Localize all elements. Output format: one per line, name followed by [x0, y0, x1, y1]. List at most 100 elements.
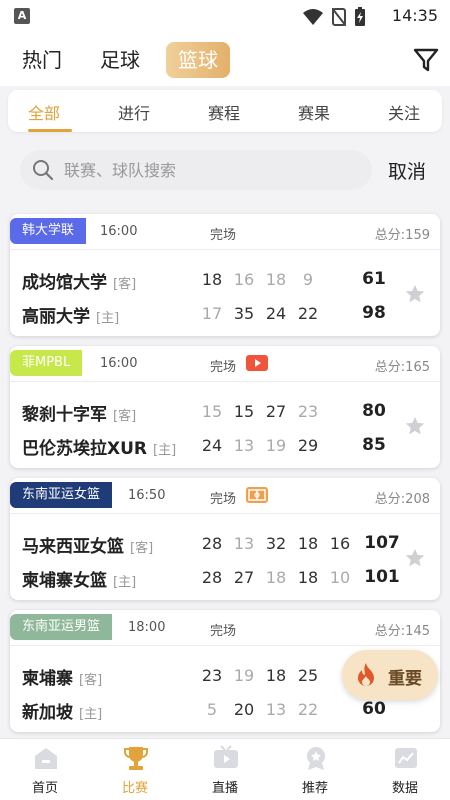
status-bar: A 14:35: [0, 0, 450, 32]
nav-recommend[interactable]: 推荐: [270, 739, 360, 800]
tab-basketball[interactable]: 篮球: [166, 42, 230, 78]
match-status: 完场: [210, 228, 237, 243]
star-icon[interactable]: [404, 547, 426, 569]
league-badge: 菲MPBL: [10, 350, 83, 376]
total-score: 总分:208: [374, 492, 430, 507]
star-icon[interactable]: [404, 415, 426, 437]
league-badge: 韩大学联: [10, 218, 87, 244]
wifi-icon: [303, 9, 323, 25]
quarter-score: 19: [265, 436, 287, 455]
quarter-score: 5: [206, 700, 218, 719]
chart-icon: [395, 748, 417, 768]
match-status: 完场: [210, 360, 237, 375]
away-team: 成均馆大学 [客]: [22, 273, 137, 293]
quarter-score: 10: [329, 568, 351, 587]
active-tab-indicator: [28, 129, 72, 132]
quarter-score: 27: [265, 402, 287, 421]
search-input[interactable]: [64, 158, 354, 182]
status-tabs: 全部 进行 赛程 赛果 关注: [8, 90, 442, 132]
filter-icon[interactable]: [412, 46, 440, 74]
home-team: 巴伦苏埃拉XUR [主]: [22, 439, 177, 459]
quarter-score: 13: [233, 436, 255, 455]
trophy-icon: [124, 747, 148, 770]
away-team: 黎刹十字军 [客]: [22, 405, 137, 425]
quarter-score: 32: [265, 534, 287, 553]
match-time: 18:00: [128, 620, 166, 635]
quarter-score: 9: [302, 270, 314, 289]
quarter-score: 25: [297, 666, 319, 685]
quarter-score: 29: [297, 436, 319, 455]
battery-charging-icon: [355, 7, 365, 26]
home-team: 柬埔寨女篮 [主]: [22, 571, 137, 591]
quarter-score: 13: [233, 534, 255, 553]
quarter-score: 19: [233, 666, 255, 685]
subtab-all[interactable]: 全部: [28, 100, 60, 124]
quarter-score: 15: [233, 402, 255, 421]
fire-icon: [358, 663, 374, 686]
quarter-score: 18: [265, 270, 287, 289]
important-button[interactable]: 重要: [342, 650, 438, 700]
final-score: 61: [362, 269, 386, 289]
quarter-score: 23: [201, 666, 223, 685]
total-score: 总分:165: [374, 360, 430, 375]
quarter-score: 18: [265, 666, 287, 685]
final-score: 101: [364, 567, 400, 587]
quarter-score: 18: [265, 568, 287, 587]
match-card[interactable]: 东南亚运女篮 16:50 完场 总分:208 马来西亚女篮 [客] 28 13 3…: [10, 478, 440, 600]
match-status: 完场: [210, 492, 237, 507]
match-time: 16:00: [100, 356, 138, 371]
final-score: 80: [362, 401, 386, 421]
nav-home[interactable]: 首页: [0, 739, 90, 800]
tab-football[interactable]: 足球: [100, 42, 140, 78]
quarter-score: 18: [297, 568, 319, 587]
subtab-follow[interactable]: 关注: [388, 100, 420, 124]
subtab-results[interactable]: 赛果: [298, 100, 330, 124]
cancel-button[interactable]: 取消: [388, 157, 426, 184]
home-icon: [35, 748, 57, 769]
home-team: 高丽大学 [主]: [22, 307, 120, 327]
tab-hot[interactable]: 热门: [22, 42, 62, 78]
quarter-score: 18: [201, 270, 223, 289]
total-score: 总分:145: [374, 624, 430, 639]
away-team: 柬埔寨 [客]: [22, 669, 103, 689]
subtab-live[interactable]: 进行: [118, 100, 150, 124]
quarter-score: 16: [233, 270, 255, 289]
court-icon[interactable]: [246, 487, 268, 503]
search-icon: [33, 160, 54, 181]
no-sim-icon: [332, 8, 346, 26]
bottom-nav: 首页 比赛 直播 推荐 数据: [0, 738, 450, 800]
nav-data[interactable]: 数据: [360, 739, 450, 800]
final-score: 107: [364, 533, 400, 553]
quarter-score: 22: [297, 700, 319, 719]
quarter-score: 23: [297, 402, 319, 421]
star-icon[interactable]: [404, 283, 426, 305]
quarter-score: 28: [201, 568, 223, 587]
app-badge-icon: A: [14, 8, 30, 24]
final-score: 60: [362, 699, 386, 719]
quarter-score: 15: [201, 402, 223, 421]
match-status: 完场: [210, 624, 237, 639]
subtab-schedule[interactable]: 赛程: [208, 100, 240, 124]
match-time: 16:50: [128, 488, 166, 503]
important-label: 重要: [388, 669, 422, 689]
league-badge: 东南亚运男篮: [10, 614, 113, 640]
quarter-score: 20: [233, 700, 255, 719]
search-bar[interactable]: [20, 150, 372, 190]
final-score: 85: [362, 435, 386, 455]
quarter-score: 24: [265, 304, 287, 323]
match-card[interactable]: 韩大学联 16:00 完场 总分:159 成均馆大学 [客] 18 16 18 9…: [10, 214, 440, 336]
nav-live[interactable]: 直播: [180, 739, 270, 800]
quarter-score: 18: [297, 534, 319, 553]
video-icon[interactable]: [246, 355, 268, 371]
quarter-score: 22: [297, 304, 319, 323]
quarter-score: 35: [233, 304, 255, 323]
clock: 14:35: [391, 6, 438, 25]
quarter-score: 13: [265, 700, 287, 719]
match-card[interactable]: 菲MPBL 16:00 完场 总分:165 黎刹十字军 [客] 15 15 27 …: [10, 346, 440, 468]
recommend-icon: [307, 747, 325, 770]
home-team: 新加坡 [主]: [22, 703, 103, 723]
nav-matches[interactable]: 比赛: [90, 739, 180, 800]
quarter-score: 16: [329, 534, 351, 553]
final-score: 98: [362, 303, 386, 323]
league-badge: 东南亚运女篮: [10, 482, 113, 508]
